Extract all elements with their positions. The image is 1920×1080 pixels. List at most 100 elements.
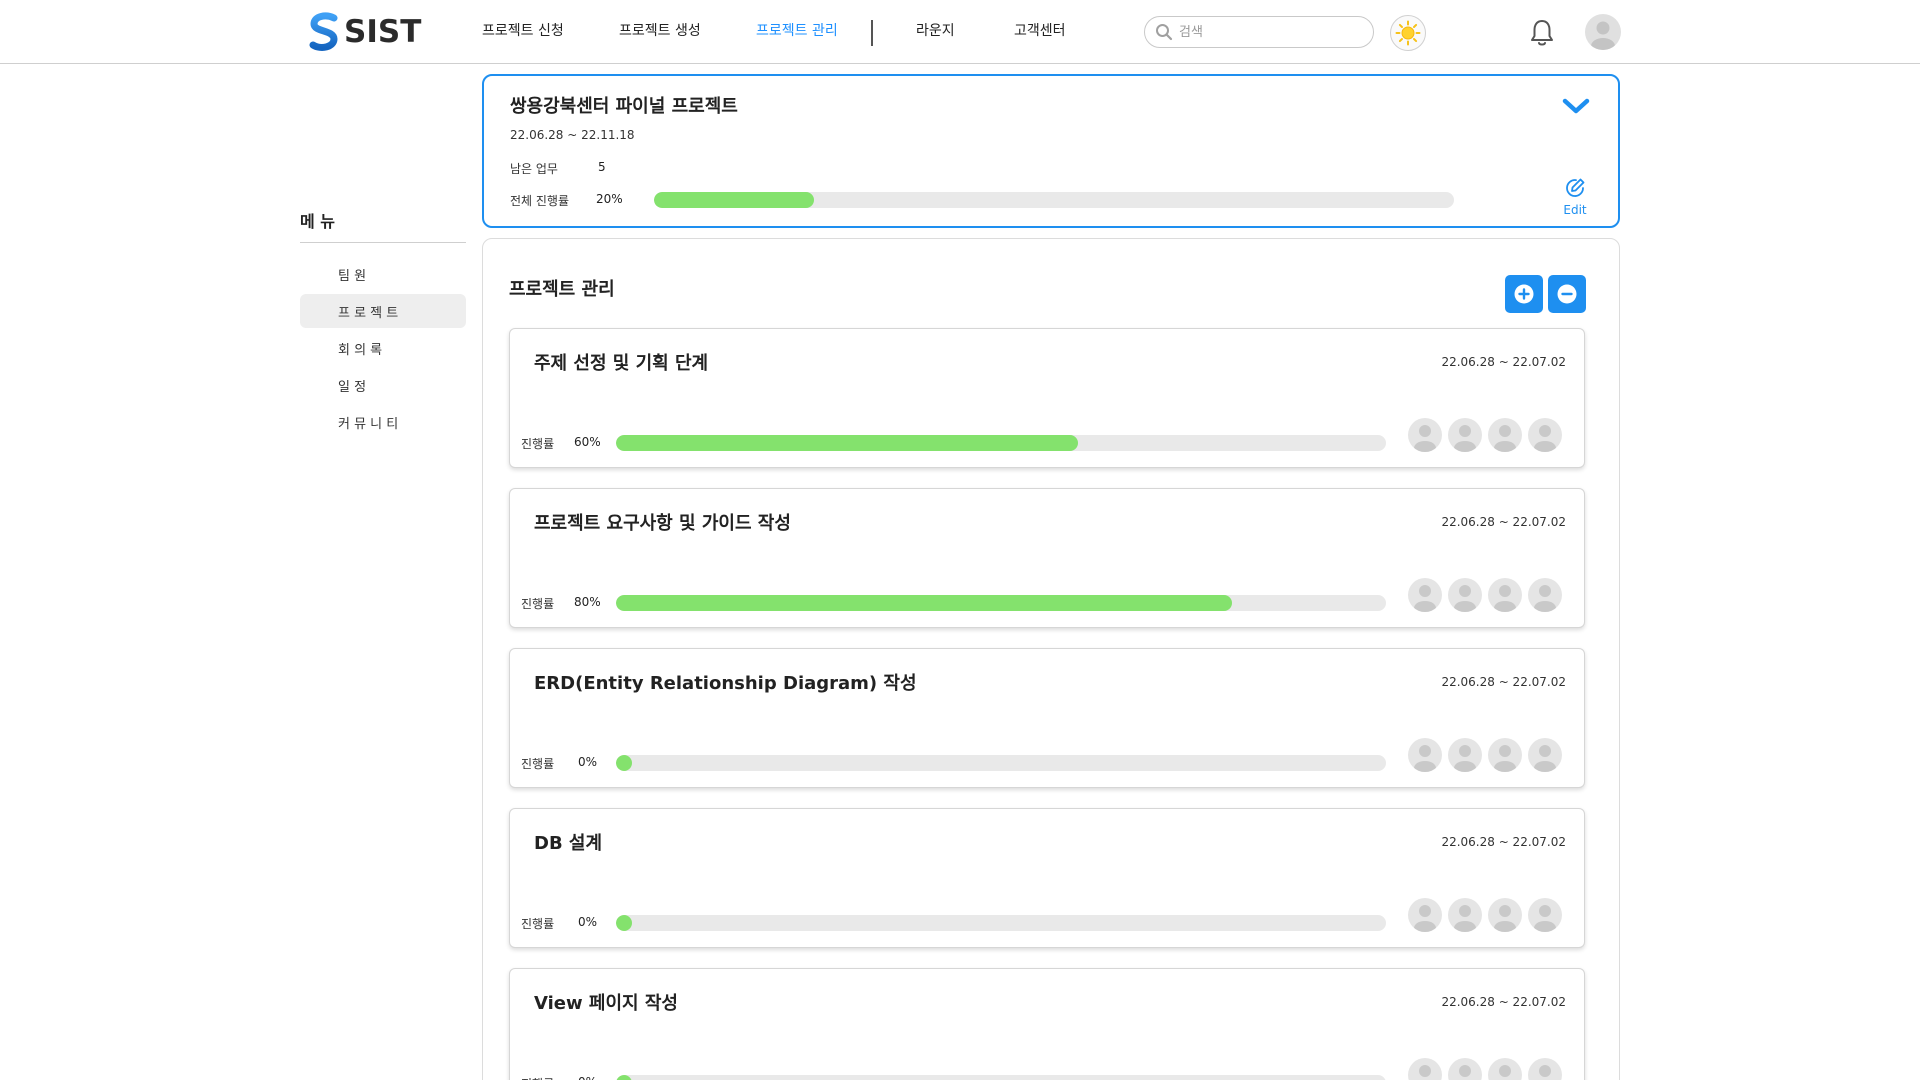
task-progress-value: 80% xyxy=(574,595,601,609)
overall-progress-value: 20% xyxy=(596,192,623,206)
overall-progress-fill xyxy=(654,192,814,208)
member-avatar[interactable] xyxy=(1408,898,1442,932)
logo-s-mark-icon xyxy=(309,12,338,51)
member-avatar[interactable] xyxy=(1408,418,1442,452)
nav-customer-center[interactable]: 고객센터 xyxy=(1014,20,1066,40)
user-icon xyxy=(1534,425,1556,452)
task-date-range: 22.06.28 ~ 22.07.02 xyxy=(1441,355,1566,369)
member-avatar[interactable] xyxy=(1528,738,1562,772)
member-avatar[interactable] xyxy=(1528,898,1562,932)
user-icon xyxy=(1534,585,1556,612)
task-card[interactable]: 프로젝트 요구사항 및 가이드 작성 22.06.28 ~ 22.07.02 진행률… xyxy=(509,488,1585,628)
task-members xyxy=(1408,738,1562,772)
user-avatar[interactable] xyxy=(1585,14,1621,50)
user-icon xyxy=(1454,745,1476,772)
task-date-range: 22.06.28 ~ 22.07.02 xyxy=(1441,515,1566,529)
task-title: View 페이지 작성 xyxy=(534,993,678,1014)
chevron-down-icon[interactable] xyxy=(1560,92,1592,120)
sidebar-item-projects[interactable]: 프 로 젝 트 xyxy=(300,294,466,328)
sidebar-item-community[interactable]: 커 뮤 니 티 xyxy=(300,405,466,439)
member-avatar[interactable] xyxy=(1488,1058,1522,1080)
task-title: 프로젝트 요구사항 및 가이드 작성 xyxy=(534,513,791,534)
task-progress-fill xyxy=(616,1075,632,1080)
user-icon xyxy=(1459,1065,1471,1077)
member-avatar[interactable] xyxy=(1448,898,1482,932)
task-card[interactable]: DB 설계 22.06.28 ~ 22.07.02 진행률 0% xyxy=(509,808,1585,948)
task-members xyxy=(1408,1058,1562,1080)
member-avatar[interactable] xyxy=(1408,578,1442,612)
member-avatar[interactable] xyxy=(1448,418,1482,452)
add-task-button[interactable] xyxy=(1505,275,1543,313)
project-date-range: 22.06.28 ~ 22.11.18 xyxy=(510,128,635,142)
user-icon xyxy=(1539,1065,1551,1077)
task-members xyxy=(1408,898,1562,932)
nav-lounge[interactable]: 라운지 xyxy=(916,20,955,40)
sidebar-item-team-members[interactable]: 팀 원 xyxy=(300,257,466,291)
task-progress-fill xyxy=(616,435,1078,451)
task-card[interactable]: 주제 선정 및 기획 단계 22.06.28 ~ 22.07.02 진행률 60% xyxy=(509,328,1585,468)
task-title: DB 설계 xyxy=(534,833,603,854)
user-icon xyxy=(1419,1065,1431,1077)
nav-project-manage[interactable]: 프로젝트 관리 xyxy=(756,20,838,40)
user-icon xyxy=(1414,425,1436,452)
task-members xyxy=(1408,578,1562,612)
task-card[interactable]: View 페이지 작성 22.06.28 ~ 22.07.02 진행률 0% xyxy=(509,968,1585,1080)
task-progress-label: 진행률 xyxy=(521,757,555,771)
user-icon xyxy=(1414,905,1436,932)
user-icon xyxy=(1414,745,1436,772)
sun-icon xyxy=(1395,20,1421,46)
member-avatar[interactable] xyxy=(1448,578,1482,612)
task-date-range: 22.06.28 ~ 22.07.02 xyxy=(1441,995,1566,1009)
sidebar-item-schedule[interactable]: 일 정 xyxy=(300,368,466,402)
remove-task-button[interactable] xyxy=(1548,275,1586,313)
member-avatar[interactable] xyxy=(1448,1058,1482,1080)
member-avatar[interactable] xyxy=(1528,578,1562,612)
edit-button[interactable]: Edit xyxy=(1558,176,1592,217)
user-icon xyxy=(1494,585,1516,612)
plus-circle-icon xyxy=(1514,284,1534,304)
panel-title: 프로젝트 관리 xyxy=(509,279,615,300)
task-progress-value: 0% xyxy=(578,1075,597,1080)
top-header: SIST 프로젝트 신청 프로젝트 생성 프로젝트 관리 라운지 고객센터 xyxy=(0,0,1920,64)
task-date-range: 22.06.28 ~ 22.07.02 xyxy=(1441,835,1566,849)
notification-bell-icon[interactable] xyxy=(1528,18,1556,48)
task-progress-fill xyxy=(616,755,632,771)
nav-project-apply[interactable]: 프로젝트 신청 xyxy=(482,20,564,40)
member-avatar[interactable] xyxy=(1408,1058,1442,1080)
member-avatar[interactable] xyxy=(1488,418,1522,452)
member-avatar[interactable] xyxy=(1488,898,1522,932)
edit-label: Edit xyxy=(1563,203,1587,217)
task-members xyxy=(1408,418,1562,452)
task-progress-bar xyxy=(616,755,1386,771)
project-title: 쌍용강북센터 파이널 프로젝트 xyxy=(510,96,738,117)
member-avatar[interactable] xyxy=(1448,738,1482,772)
member-avatar[interactable] xyxy=(1528,1058,1562,1080)
user-icon xyxy=(1534,905,1556,932)
member-avatar[interactable] xyxy=(1408,738,1442,772)
sidebar-title: 메 뉴 xyxy=(300,212,336,231)
logo[interactable]: SIST xyxy=(308,12,421,52)
user-icon xyxy=(1494,745,1516,772)
member-avatar[interactable] xyxy=(1528,418,1562,452)
user-icon xyxy=(1494,905,1516,932)
sidebar-item-label: 커 뮤 니 티 xyxy=(338,416,399,432)
edit-pencil-icon xyxy=(1566,178,1585,197)
user-icon xyxy=(1454,905,1476,932)
user-icon xyxy=(1454,585,1476,612)
theme-toggle-button[interactable] xyxy=(1390,15,1426,51)
search-input[interactable] xyxy=(1179,24,1349,40)
member-avatar[interactable] xyxy=(1488,578,1522,612)
task-card[interactable]: ERD(Entity Relationship Diagram) 작성 22.06… xyxy=(509,648,1585,788)
user-icon xyxy=(1414,585,1436,612)
minus-circle-icon xyxy=(1557,284,1577,304)
task-progress-label: 진행률 xyxy=(521,437,555,451)
task-progress-label: 진행률 xyxy=(521,917,555,931)
nav-project-create[interactable]: 프로젝트 생성 xyxy=(619,20,701,40)
project-summary-card: 쌍용강북센터 파이널 프로젝트 22.06.28 ~ 22.11.18 남은 업… xyxy=(482,74,1620,228)
sidebar-item-meeting-notes[interactable]: 회 의 록 xyxy=(300,331,466,365)
member-avatar[interactable] xyxy=(1488,738,1522,772)
task-title: ERD(Entity Relationship Diagram) 작성 xyxy=(534,673,917,694)
task-progress-bar xyxy=(616,1075,1386,1080)
search-box[interactable] xyxy=(1144,16,1374,48)
nav-divider xyxy=(871,20,873,46)
